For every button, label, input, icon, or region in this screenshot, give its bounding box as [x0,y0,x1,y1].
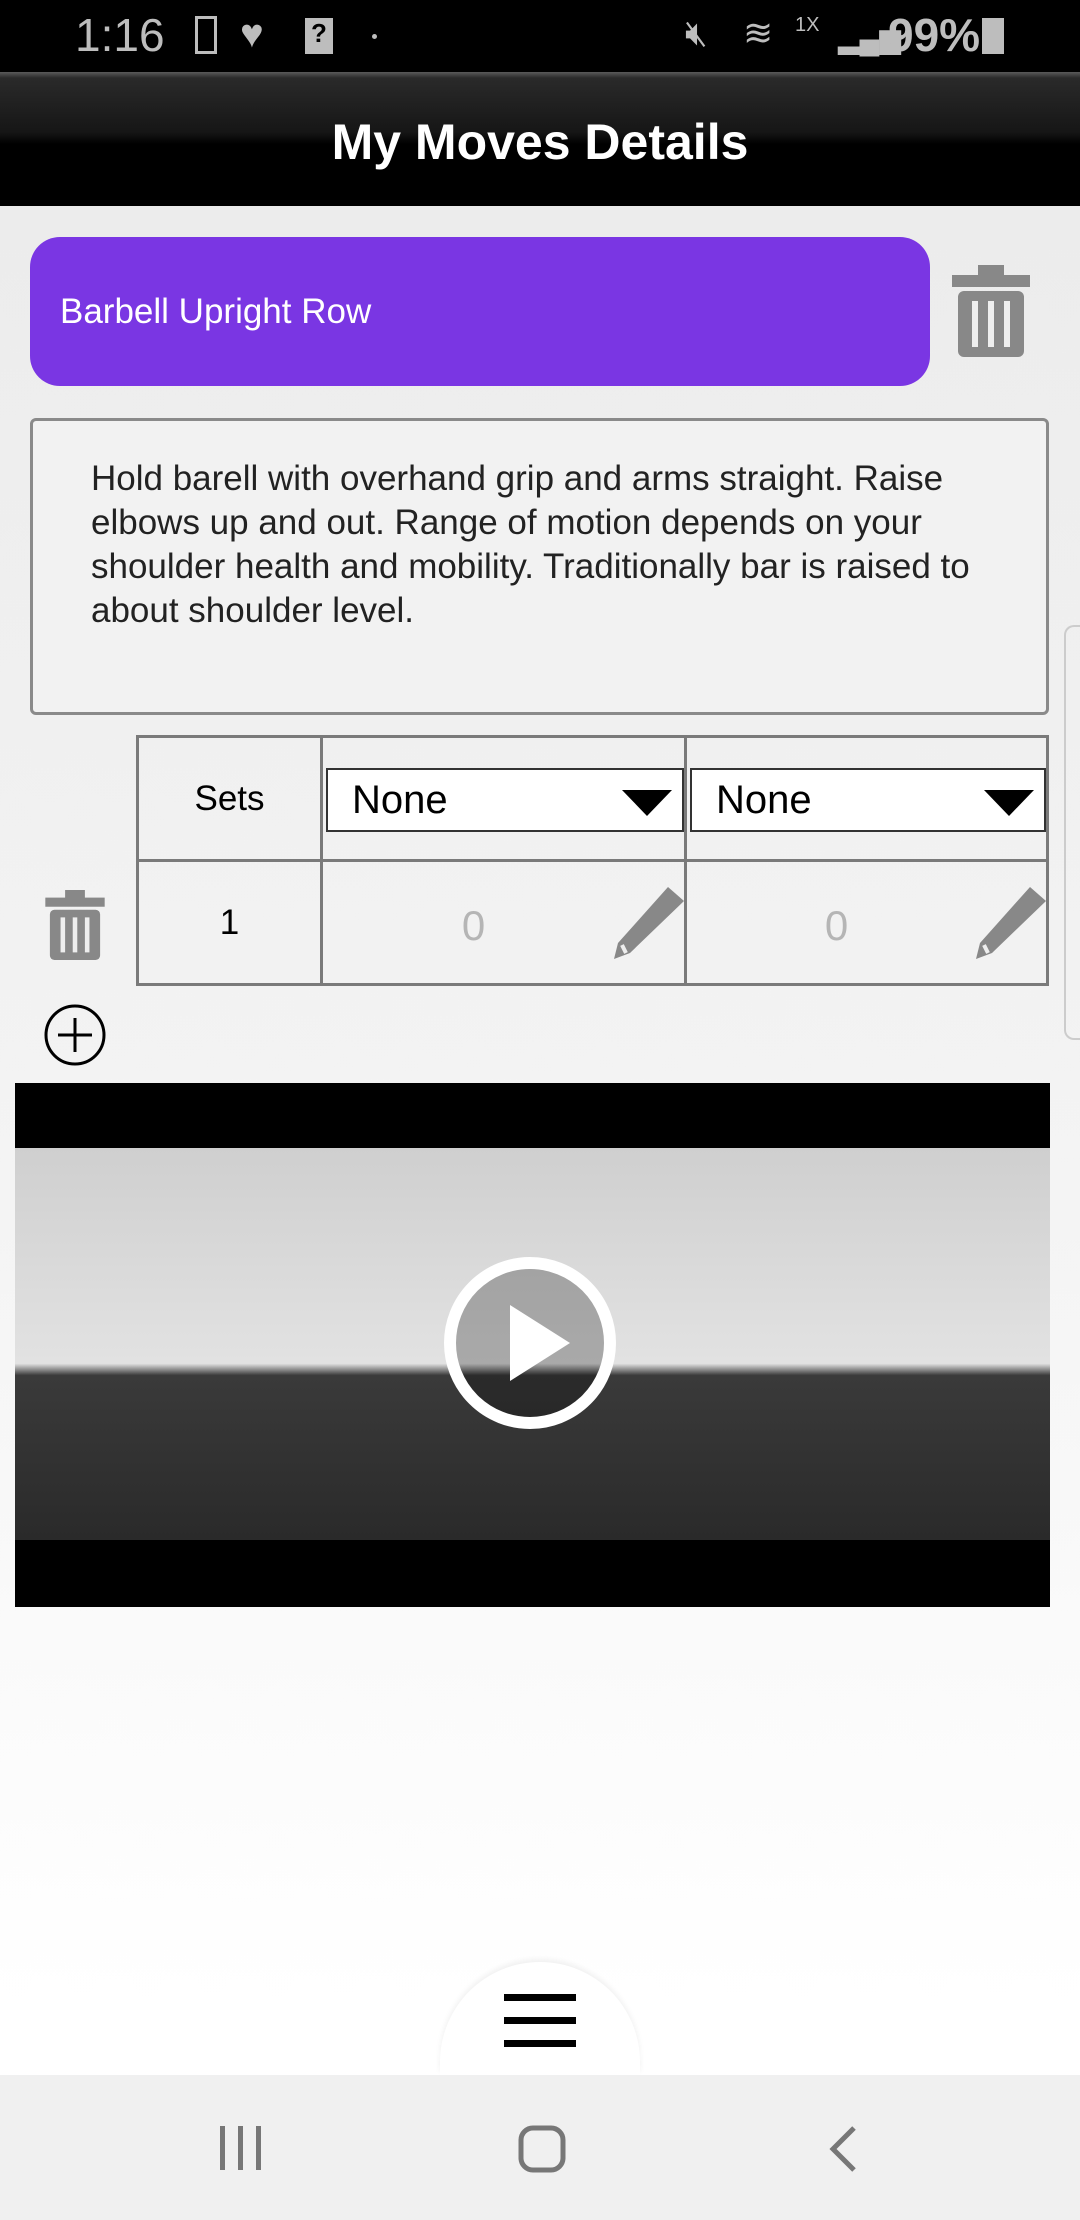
app-header: My Moves Details [0,72,1080,206]
dropdown-arrow-icon [984,790,1034,816]
value-2[interactable]: 0 [687,902,986,950]
wifi-icon: ≋ [743,12,774,53]
video-player[interactable] [15,1083,1050,1607]
device-icon [195,16,217,54]
table-header-row: Sets None None [136,735,1049,862]
dropdown-value: None [716,778,812,822]
time: 1:16 [75,9,165,61]
side-drawer-handle[interactable] [1064,625,1080,1040]
table-row: 1 0 0 [136,859,1049,986]
recents-icon[interactable] [218,2126,264,2170]
move-name: Barbell Upright Row [60,292,372,331]
network-type: 1X [795,14,820,36]
edit-pencil-icon[interactable] [612,887,684,961]
edit-pencil-icon[interactable] [974,887,1046,961]
status-bar: 1:16 ♥ ? 🔇︎ ≋ 1X ▂▄▆ 99% [0,0,1080,72]
battery-level: 99% [888,9,981,61]
description-box[interactable]: Hold barell with overhand grip and arms … [30,418,1049,715]
battery-icon [982,18,1004,54]
dropdown-value: None [352,778,448,822]
sets-table: Sets None None 1 0 0 [136,735,1049,986]
heart-icon: ♥ [240,12,264,56]
menu-button[interactable] [440,1962,640,2075]
back-icon[interactable] [828,2125,858,2173]
metric-dropdown-1[interactable]: None [326,768,684,832]
sets-header: Sets [194,778,265,818]
value-1[interactable]: 0 [323,902,624,950]
metric-dropdown-2[interactable]: None [690,768,1046,832]
mute-icon: 🔇︎ [685,12,708,53]
hamburger-menu-icon [504,1994,576,2047]
page-title: My Moves Details [331,114,749,170]
home-icon[interactable] [518,2125,566,2173]
set-number: 1 [219,902,240,942]
play-icon[interactable] [440,1253,620,1433]
sim-question-icon: ? [305,18,333,54]
notification-dot [372,34,377,39]
description-text: Hold barell with overhand grip and arms … [91,459,970,630]
delete-move-trash-icon[interactable] [952,265,1030,357]
system-nav-bar [0,2075,1080,2220]
delete-row-trash-icon[interactable] [45,890,105,960]
dropdown-arrow-icon [622,790,672,816]
move-name-button[interactable]: Barbell Upright Row [30,237,930,386]
add-set-plus-icon[interactable] [44,1004,106,1066]
